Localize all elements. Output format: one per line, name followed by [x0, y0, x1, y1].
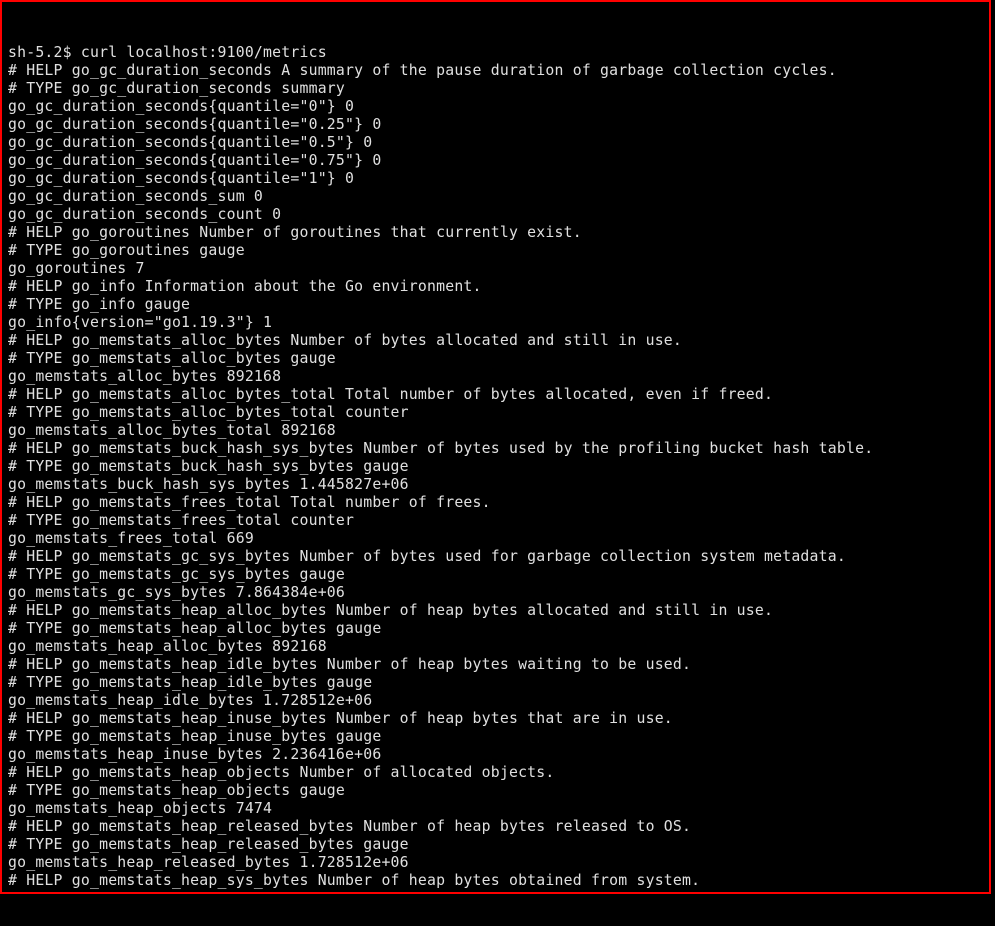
shell-command: curl localhost:9100/metrics: [81, 44, 327, 61]
shell-prompt: sh-5.2$: [8, 44, 81, 61]
output-line: go_info{version="go1.19.3"} 1: [8, 314, 985, 332]
command-output: # HELP go_gc_duration_seconds A summary …: [8, 62, 985, 890]
shell-prompt-line: sh-5.2$ curl localhost:9100/metrics: [8, 44, 985, 62]
output-line: go_gc_duration_seconds{quantile="0.75"} …: [8, 152, 985, 170]
output-line: # TYPE go_memstats_buck_hash_sys_bytes g…: [8, 458, 985, 476]
output-line: go_memstats_heap_idle_bytes 1.728512e+06: [8, 692, 985, 710]
output-line: go_memstats_buck_hash_sys_bytes 1.445827…: [8, 476, 985, 494]
output-line: go_memstats_heap_alloc_bytes 892168: [8, 638, 985, 656]
output-line: # HELP go_info Information about the Go …: [8, 278, 985, 296]
output-line: go_memstats_heap_inuse_bytes 2.236416e+0…: [8, 746, 985, 764]
output-line: # HELP go_memstats_heap_alloc_bytes Numb…: [8, 602, 985, 620]
output-line: # TYPE go_memstats_heap_alloc_bytes gaug…: [8, 620, 985, 638]
output-line: go_memstats_frees_total 669: [8, 530, 985, 548]
output-line: # HELP go_memstats_heap_sys_bytes Number…: [8, 872, 985, 890]
output-line: # TYPE go_memstats_alloc_bytes_total cou…: [8, 404, 985, 422]
output-line: # TYPE go_memstats_heap_released_bytes g…: [8, 836, 985, 854]
output-line: go_memstats_alloc_bytes 892168: [8, 368, 985, 386]
output-line: # TYPE go_goroutines gauge: [8, 242, 985, 260]
output-line: # TYPE go_memstats_alloc_bytes gauge: [8, 350, 985, 368]
output-line: # HELP go_memstats_alloc_bytes Number of…: [8, 332, 985, 350]
output-line: # TYPE go_gc_duration_seconds summary: [8, 80, 985, 98]
output-line: go_gc_duration_seconds{quantile="0"} 0: [8, 98, 985, 116]
output-line: # HELP go_memstats_heap_objects Number o…: [8, 764, 985, 782]
output-line: # HELP go_memstats_frees_total Total num…: [8, 494, 985, 512]
output-line: # HELP go_memstats_heap_idle_bytes Numbe…: [8, 656, 985, 674]
output-line: go_gc_duration_seconds_sum 0: [8, 188, 985, 206]
output-line: # HELP go_goroutines Number of goroutine…: [8, 224, 985, 242]
output-line: # HELP go_gc_duration_seconds A summary …: [8, 62, 985, 80]
output-line: # TYPE go_memstats_heap_idle_bytes gauge: [8, 674, 985, 692]
terminal-frame: sh-5.2$ curl localhost:9100/metrics# HEL…: [0, 0, 991, 894]
output-line: # HELP go_memstats_alloc_bytes_total Tot…: [8, 386, 985, 404]
output-line: # TYPE go_memstats_heap_inuse_bytes gaug…: [8, 728, 985, 746]
output-line: # TYPE go_memstats_heap_objects gauge: [8, 782, 985, 800]
output-line: # HELP go_memstats_heap_inuse_bytes Numb…: [8, 710, 985, 728]
output-line: # HELP go_memstats_buck_hash_sys_bytes N…: [8, 440, 985, 458]
output-line: # HELP go_memstats_heap_released_bytes N…: [8, 818, 985, 836]
output-line: go_gc_duration_seconds{quantile="0.25"} …: [8, 116, 985, 134]
output-line: go_gc_duration_seconds_count 0: [8, 206, 985, 224]
output-line: go_goroutines 7: [8, 260, 985, 278]
output-line: go_memstats_gc_sys_bytes 7.864384e+06: [8, 584, 985, 602]
output-line: go_memstats_heap_released_bytes 1.728512…: [8, 854, 985, 872]
output-line: # TYPE go_memstats_gc_sys_bytes gauge: [8, 566, 985, 584]
terminal-output[interactable]: sh-5.2$ curl localhost:9100/metrics# HEL…: [2, 2, 989, 926]
output-line: # TYPE go_memstats_frees_total counter: [8, 512, 985, 530]
output-line: go_memstats_alloc_bytes_total 892168: [8, 422, 985, 440]
output-line: go_memstats_heap_objects 7474: [8, 800, 985, 818]
output-line: go_gc_duration_seconds{quantile="1"} 0: [8, 170, 985, 188]
output-line: # HELP go_memstats_gc_sys_bytes Number o…: [8, 548, 985, 566]
output-line: go_gc_duration_seconds{quantile="0.5"} 0: [8, 134, 985, 152]
output-line: # TYPE go_info gauge: [8, 296, 985, 314]
